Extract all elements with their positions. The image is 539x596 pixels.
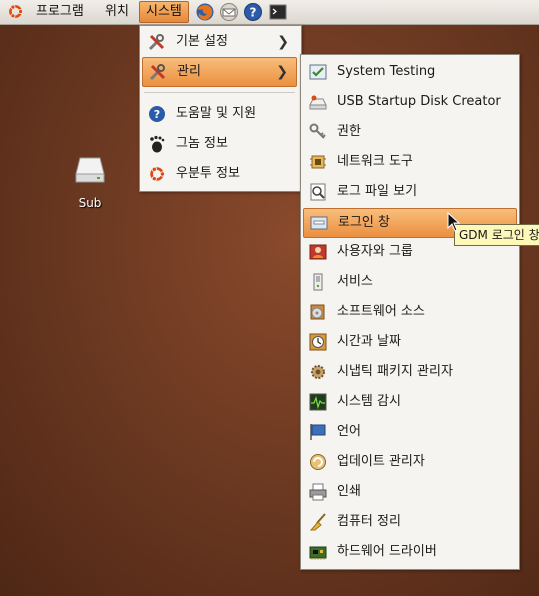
system-menu: 기본 설정 ❯ 관리 ❯ ? 도움말 및 지원 그놈 정보 우분투 정보 <box>139 25 302 192</box>
menu-item-network-tools[interactable]: 네트워크 도구 <box>303 148 517 176</box>
menu-item-about-gnome[interactable]: 그놈 정보 <box>142 130 297 158</box>
menu-separator <box>144 92 295 93</box>
menu-item-software-sources[interactable]: 소프트웨어 소스 <box>303 298 517 326</box>
clock-icon <box>309 333 327 351</box>
software-sources-icon <box>310 304 325 320</box>
menu-item-usb-startup-disk-creator[interactable]: USB Startup Disk Creator <box>303 88 517 116</box>
menu-item-label: 네트워크 도구 <box>337 154 413 169</box>
ubuntu-icon <box>150 166 166 182</box>
printer-icon <box>309 483 327 501</box>
desktop-icon-sub[interactable]: Sub <box>62 152 118 210</box>
menu-item-label: 서비스 <box>337 274 373 289</box>
menu-item-hardware-drivers[interactable]: 하드웨어 드라이버 <box>303 538 517 566</box>
menu-item-label: 사용자와 그룹 <box>337 244 413 259</box>
tooltip: GDM 로그인 창 <box>454 224 539 246</box>
top-panel: 프로그램 위치 시스템 ? <box>0 0 539 25</box>
users-icon <box>309 244 327 260</box>
menu-item-label: 업데이트 관리자 <box>337 454 425 469</box>
menu-item-label: System Testing <box>337 64 436 79</box>
menu-item-administration[interactable]: 관리 ❯ <box>142 57 297 87</box>
menu-item-time-and-date[interactable]: 시간과 날짜 <box>303 328 517 356</box>
server-icon <box>313 273 323 291</box>
menu-item-label: 하드웨어 드라이버 <box>337 544 437 559</box>
menu-item-label: 시스템 감시 <box>337 394 401 409</box>
login-window-icon <box>310 216 328 230</box>
ubuntu-logo-icon[interactable] <box>7 3 24 20</box>
menu-places[interactable]: 위치 <box>99 2 135 22</box>
menu-item-label: 시냅틱 패키지 관리자 <box>337 364 453 379</box>
mail-icon[interactable] <box>219 2 239 22</box>
tools-icon <box>149 64 166 81</box>
network-icon <box>310 155 326 169</box>
menu-item-update-manager[interactable]: 업데이트 관리자 <box>303 448 517 476</box>
svg-text:?: ? <box>154 108 160 121</box>
menu-item-synaptic-package-manager[interactable]: 시냅틱 패키지 관리자 <box>303 358 517 386</box>
gnome-foot-icon <box>150 135 165 153</box>
submenu-arrow-icon: ❯ <box>277 34 289 50</box>
mouse-cursor-icon <box>447 212 461 232</box>
menu-item-language[interactable]: 언어 <box>303 418 517 446</box>
menu-item-about-ubuntu[interactable]: 우분투 정보 <box>142 160 297 188</box>
menu-item-computer-janitor[interactable]: 컴퓨터 정리 <box>303 508 517 536</box>
svg-text:?: ? <box>250 6 257 20</box>
checklist-icon <box>309 64 327 80</box>
help-icon: ? <box>149 106 165 122</box>
menu-item-label: 소프트웨어 소스 <box>337 304 425 319</box>
menu-item-system-testing[interactable]: System Testing <box>303 58 517 86</box>
menu-item-label: USB Startup Disk Creator <box>337 94 501 109</box>
monitor-icon <box>309 393 327 411</box>
menu-applications[interactable]: 프로그램 <box>30 2 90 22</box>
update-icon <box>310 454 326 470</box>
hardware-icon <box>309 546 327 560</box>
menu-item-printing[interactable]: 인쇄 <box>303 478 517 506</box>
menu-item-label: 로그 파일 보기 <box>337 184 418 199</box>
desktop-icon-label: Sub <box>78 196 102 210</box>
drive-icon <box>75 157 105 183</box>
administration-menu: System Testing USB Startup Disk Creator … <box>300 54 520 570</box>
menu-system[interactable]: 시스템 <box>139 1 189 23</box>
usb-drive-icon <box>309 95 327 110</box>
broom-icon <box>309 513 326 531</box>
submenu-arrow-icon: ❯ <box>276 64 288 80</box>
menu-item-label: 관리 <box>177 64 201 79</box>
menu-item-label: 권한 <box>337 124 361 139</box>
menu-item-system-monitor[interactable]: 시스템 감시 <box>303 388 517 416</box>
menu-item-label: 컴퓨터 정리 <box>337 514 401 529</box>
help-icon[interactable]: ? <box>243 2 263 22</box>
menu-item-label: 기본 설정 <box>176 34 228 49</box>
menu-item-preferences[interactable]: 기본 설정 ❯ <box>142 28 297 56</box>
menu-item-label: 시간과 날짜 <box>337 334 401 349</box>
menu-item-authorizations[interactable]: 권한 <box>303 118 517 146</box>
synaptic-icon <box>311 365 325 379</box>
menu-item-label: 로그인 창 <box>338 215 390 230</box>
menu-item-label: 그놈 정보 <box>176 136 228 151</box>
menu-item-label: 인쇄 <box>337 484 361 499</box>
keys-icon <box>309 123 326 139</box>
tools-icon <box>148 34 165 51</box>
menu-item-label: 우분투 정보 <box>176 166 240 181</box>
menu-item-label: 도움말 및 지원 <box>176 106 257 121</box>
log-viewer-icon <box>310 183 326 201</box>
menu-item-services[interactable]: 서비스 <box>303 268 517 296</box>
firefox-icon[interactable] <box>195 2 215 22</box>
menu-item-label: 언어 <box>337 424 361 439</box>
menu-item-log-file-viewer[interactable]: 로그 파일 보기 <box>303 178 517 206</box>
flag-icon <box>310 424 326 440</box>
terminal-icon[interactable] <box>268 2 288 22</box>
menu-item-help[interactable]: ? 도움말 및 지원 <box>142 100 297 128</box>
